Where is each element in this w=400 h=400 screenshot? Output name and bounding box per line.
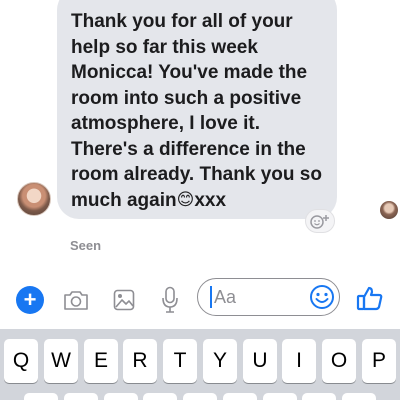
key-t[interactable]: T bbox=[163, 339, 197, 383]
message-line: help so far this week bbox=[71, 36, 258, 58]
message-line: Monicca! You've made the bbox=[71, 62, 308, 83]
key-p[interactable]: P bbox=[362, 339, 396, 383]
thumbs-up-icon bbox=[356, 286, 383, 311]
keyboard-key[interactable] bbox=[263, 393, 297, 400]
message-text: much again bbox=[71, 189, 177, 211]
message-bubble[interactable]: Thank you for all of your help so far th… bbox=[57, 0, 337, 219]
microphone-icon bbox=[162, 286, 178, 313]
photo-icon bbox=[113, 289, 135, 311]
like-button[interactable] bbox=[354, 282, 386, 314]
message-composer: + Aa bbox=[0, 272, 400, 330]
keyboard-key[interactable] bbox=[143, 393, 177, 400]
key-u[interactable]: U bbox=[243, 339, 277, 383]
key-o[interactable]: O bbox=[322, 339, 356, 383]
emoji-button[interactable] bbox=[308, 283, 336, 311]
message-input-placeholder: Aa bbox=[214, 286, 237, 307]
add-reaction-icon bbox=[310, 215, 329, 229]
camera-button[interactable] bbox=[62, 286, 90, 314]
text-cursor bbox=[210, 286, 212, 308]
read-receipt-avatar bbox=[380, 201, 398, 219]
keyboard-key[interactable] bbox=[302, 393, 336, 400]
photo-button[interactable] bbox=[111, 286, 137, 314]
message-line: room already. Thank you so bbox=[71, 164, 322, 185]
message-line: There's a difference in the bbox=[71, 138, 306, 160]
add-reaction-button[interactable] bbox=[305, 209, 335, 233]
voice-message-button[interactable] bbox=[160, 284, 180, 316]
message-line: Thank you for all of your bbox=[71, 11, 293, 32]
more-actions-button[interactable]: + bbox=[16, 286, 44, 314]
keyboard-key[interactable] bbox=[183, 393, 217, 400]
keyboard-key[interactable] bbox=[64, 393, 98, 400]
key-w[interactable]: W bbox=[44, 339, 78, 383]
seen-status: Seen bbox=[70, 238, 102, 253]
smiley-icon bbox=[310, 285, 334, 309]
key-e[interactable]: E bbox=[84, 339, 118, 383]
message-suffix: xxx bbox=[194, 189, 227, 211]
message-line: atmosphere, I love it. bbox=[71, 113, 260, 134]
sender-avatar[interactable] bbox=[17, 182, 51, 216]
smiling-emoji: 😊 bbox=[176, 189, 195, 209]
camera-icon bbox=[64, 291, 88, 310]
keyboard-key[interactable] bbox=[342, 393, 376, 400]
conversation-area: Thank you for all of your help so far th… bbox=[0, 0, 400, 270]
message-last-line: much again😊xxx bbox=[71, 188, 325, 214]
keyboard-key[interactable] bbox=[24, 393, 58, 400]
key-i[interactable]: I bbox=[282, 339, 316, 383]
message-line: room into such a positive bbox=[71, 87, 302, 109]
key-r[interactable]: R bbox=[123, 339, 157, 383]
keyboard-key[interactable] bbox=[104, 393, 138, 400]
on-screen-keyboard: Q W E R T Y U I O P bbox=[0, 329, 400, 400]
key-q[interactable]: Q bbox=[4, 339, 38, 383]
key-y[interactable]: Y bbox=[203, 339, 237, 383]
keyboard-key[interactable] bbox=[223, 393, 257, 400]
plus-icon: + bbox=[23, 287, 37, 312]
